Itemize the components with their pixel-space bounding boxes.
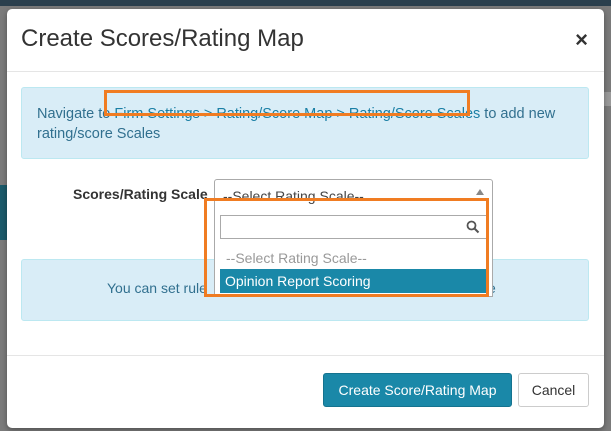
background-text-fragment xyxy=(603,92,611,106)
scores-rating-scale-label: Scores/Rating Scale xyxy=(73,186,208,202)
rules-info-text-start: You can set rule xyxy=(107,280,207,296)
navigation-link-highlight xyxy=(104,90,470,116)
dialog-footer: Create Score/Rating Map Cancel xyxy=(7,355,604,429)
background-topbar xyxy=(0,0,611,6)
dialog-header: Create Scores/Rating Map × xyxy=(7,9,604,72)
create-rating-map-button[interactable]: Create Score/Rating Map xyxy=(323,373,512,407)
info-prefix: Navigate to xyxy=(37,106,115,122)
chevron-up-icon xyxy=(476,189,484,195)
dialog-title: Create Scores/Rating Map xyxy=(21,25,304,52)
dropdown-highlight xyxy=(204,198,489,297)
close-icon[interactable]: × xyxy=(575,29,588,51)
cancel-button[interactable]: Cancel xyxy=(518,373,589,407)
